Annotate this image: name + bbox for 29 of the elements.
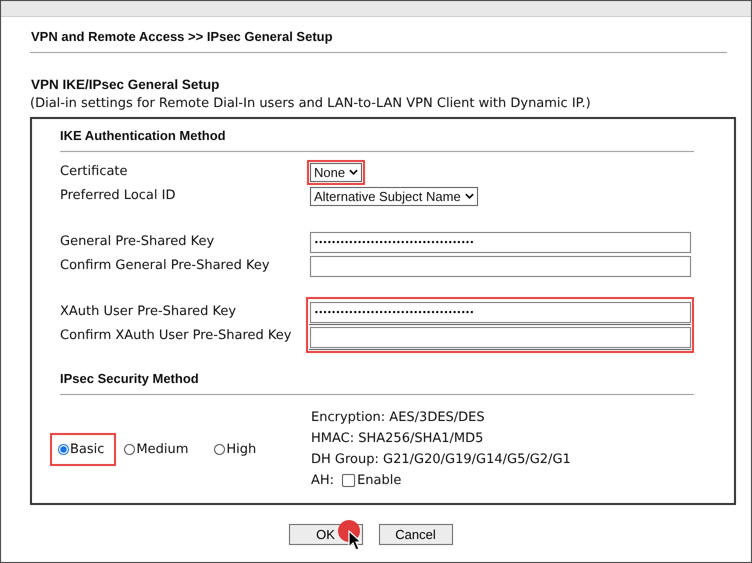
dropdown[interactable]: None bbox=[310, 162, 362, 182]
checkbox[interactable]: Enable bbox=[342, 470, 402, 491]
field-label: Confirm General Pre-Shared Key bbox=[60, 257, 271, 275]
field-label: General Pre-Shared Key bbox=[60, 233, 216, 251]
button[interactable]: Cancel bbox=[378, 524, 452, 545]
group-heading: IPsec Security Method bbox=[60, 370, 200, 388]
detail-text: HMAC: SHA256/SHA1/MD5 bbox=[311, 430, 484, 448]
caret-icon bbox=[464, 193, 474, 199]
field-label: AH: bbox=[311, 472, 334, 490]
page-title: VPN and Remote Access >> IPsec General Setup bbox=[30, 28, 334, 46]
group-heading: IKE Authentication Method bbox=[60, 127, 227, 145]
field-label: Confirm XAuth User Pre-Shared Key bbox=[60, 327, 292, 345]
detail-text: Encryption: AES/3DES/DES bbox=[311, 409, 486, 427]
caret-icon bbox=[349, 169, 358, 175]
section-description: (Dial-in settings for Remote Dial-In users and LAN-to-LAN VPN Client with Dynamic IP.) bbox=[30, 95, 592, 113]
detail-text: DH Group: G21/G20/G19/G14/G5/G2/G1 bbox=[311, 451, 571, 469]
input-field[interactable]: ••••••••••••••••••••••••••••••••••••• bbox=[310, 232, 691, 252]
radio-option[interactable]: High bbox=[214, 442, 256, 456]
input-field[interactable] bbox=[310, 256, 691, 276]
cursor-icon bbox=[348, 530, 362, 552]
input-field[interactable]: ••••••••••••••••••••••••••••••••••••• bbox=[310, 302, 691, 322]
dropdown[interactable]: Alternative Subject Name bbox=[310, 186, 478, 206]
field-label: Preferred Local ID bbox=[60, 187, 176, 205]
section-title: VPN IKE/IPsec General Setup bbox=[30, 76, 220, 94]
input-field[interactable] bbox=[310, 326, 691, 348]
radio-option[interactable]: Medium bbox=[124, 442, 188, 456]
field-label: Certificate bbox=[60, 163, 129, 181]
field-label: XAuth User Pre-Shared Key bbox=[60, 303, 238, 321]
radio-option[interactable]: Basic bbox=[52, 434, 114, 464]
